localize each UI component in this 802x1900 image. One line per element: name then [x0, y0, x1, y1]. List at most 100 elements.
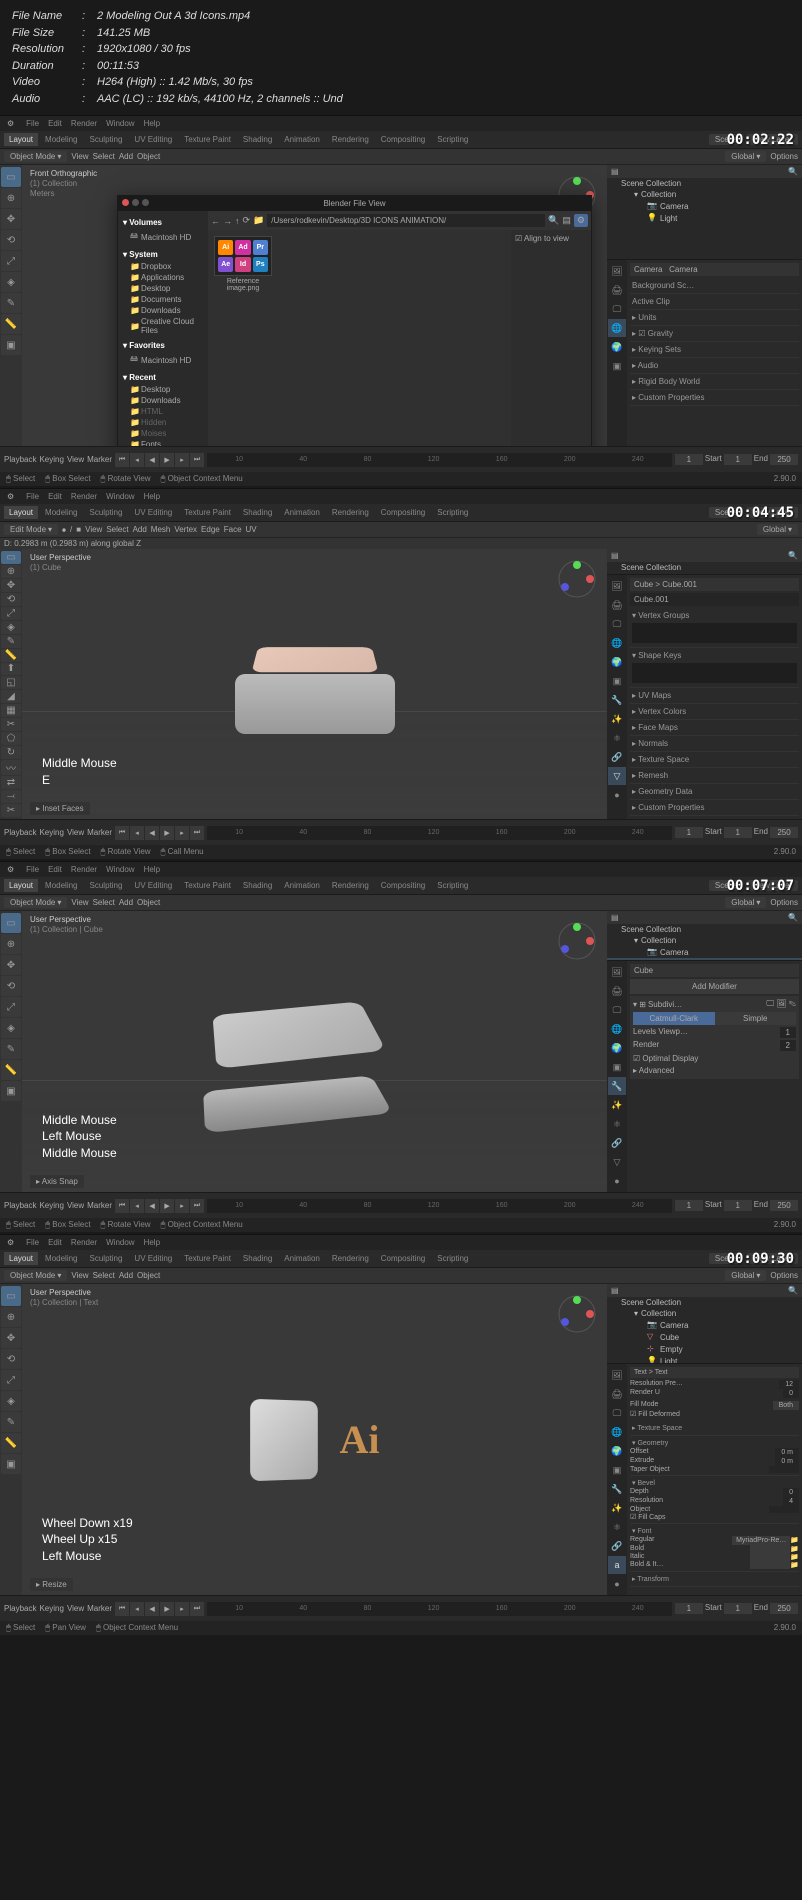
tl-prev[interactable]: ◂ [130, 453, 144, 467]
tab-shading[interactable]: Shading [238, 879, 277, 892]
navigation-gizmo[interactable] [555, 557, 599, 601]
header-vertex[interactable]: Vertex [174, 525, 197, 534]
navigation-gizmo[interactable] [555, 1292, 599, 1336]
res-render[interactable]: 0 [783, 1389, 799, 1398]
tab-compositing[interactable]: Compositing [376, 1252, 430, 1265]
rec-dl[interactable]: 📁Downloads [120, 395, 206, 406]
tool-move[interactable]: ✥ [1, 1328, 21, 1348]
depth-val[interactable]: 0 [783, 1488, 799, 1497]
sel-edge[interactable]: / [70, 525, 72, 534]
tab-world[interactable]: 🌍 [608, 1442, 626, 1460]
min-dot[interactable] [132, 199, 139, 206]
tab-scripting[interactable]: Scripting [432, 133, 473, 146]
header-add[interactable]: Add [119, 1271, 133, 1280]
tab-sculpting[interactable]: Sculpting [85, 879, 128, 892]
tl-playrev[interactable]: ◀ [145, 1602, 159, 1616]
outliner-scene[interactable]: Scene Collection [607, 924, 802, 935]
add-modifier-button[interactable]: Add Modifier [630, 979, 799, 994]
offset-val[interactable]: 0 m [775, 1448, 799, 1457]
tab-modifier[interactable]: 🔧 [608, 1480, 626, 1498]
mode-selector[interactable]: Object Mode ▾ [4, 897, 67, 908]
tab-material[interactable]: ● [608, 786, 626, 804]
tab-texture[interactable]: Texture Paint [179, 133, 236, 146]
tl-playrev[interactable]: ◀ [145, 1199, 159, 1213]
tab-texture[interactable]: Texture Paint [179, 506, 236, 519]
font-regular[interactable]: MyriadPro-Re… [732, 1536, 790, 1545]
tab-rendering[interactable]: Rendering [327, 506, 374, 519]
tl-start[interactable]: ⏮ [115, 453, 129, 467]
tool-measure[interactable]: 📏 [1, 314, 21, 334]
tab-object[interactable]: ▣ [608, 357, 626, 375]
menu-file[interactable]: File [23, 1237, 42, 1248]
tab-scene[interactable]: 🌐 [608, 1423, 626, 1441]
tab-animation[interactable]: Animation [279, 506, 325, 519]
tab-particle[interactable]: ✨ [608, 1499, 626, 1517]
filter-icon[interactable]: 🔍 [788, 167, 798, 176]
tl-end[interactable]: ⏭ [190, 826, 204, 840]
prop-units[interactable]: ▸ Units [630, 312, 799, 323]
tl-marker[interactable]: Marker [87, 455, 112, 464]
nav-up[interactable]: ↑ [235, 216, 240, 226]
header-uv[interactable]: UV [246, 525, 257, 534]
tl-start[interactable]: ⏮ [115, 826, 129, 840]
nav-fwd[interactable]: → [223, 216, 232, 226]
tl-next[interactable]: ▸ [175, 1199, 189, 1213]
tool-move[interactable]: ✥ [1, 955, 21, 975]
frame-current[interactable]: 1 [675, 827, 703, 838]
rec-html[interactable]: 📁HTML [120, 406, 206, 417]
header-select[interactable]: Select [106, 525, 128, 534]
sel-vertex[interactable]: ⦁ [62, 525, 66, 535]
mode-selector[interactable]: Object Mode ▾ [4, 1270, 67, 1281]
tab-modifier[interactable]: 🔧 [608, 691, 626, 709]
tab-particle[interactable]: ✨ [608, 710, 626, 728]
tab-render[interactable]: 🖼 [608, 963, 626, 981]
tab-material[interactable]: ● [608, 1172, 626, 1190]
tab-object[interactable]: ▣ [608, 1058, 626, 1076]
open-font-icon[interactable]: 📁 [790, 1561, 799, 1569]
menu-edit[interactable]: Edit [45, 1237, 65, 1248]
tab-layout[interactable]: Layout [4, 133, 38, 146]
header-mesh[interactable]: Mesh [151, 525, 171, 534]
tool-rotate[interactable]: ⟲ [1, 593, 21, 606]
header-view[interactable]: View [71, 152, 88, 161]
tl-play[interactable]: ▶ [160, 826, 174, 840]
tl-play[interactable]: ▶ [160, 453, 174, 467]
sys-docs[interactable]: 📁Documents [120, 294, 206, 305]
timeline-ruler[interactable]: 104080120160200240 [207, 1602, 672, 1616]
tool-spin[interactable]: ↻ [1, 746, 21, 759]
menu-render[interactable]: Render [68, 491, 100, 502]
fill-deformed[interactable]: ☑ Fill Deformed [630, 1410, 799, 1418]
orientation[interactable]: Global ▾ [725, 897, 766, 908]
settings-icon[interactable]: ⚙ [574, 214, 588, 227]
tab-sculpting[interactable]: Sculpting [85, 1252, 128, 1265]
header-options[interactable]: Options [770, 898, 798, 907]
tl-marker[interactable]: Marker [87, 828, 112, 837]
tool-inset[interactable]: ◱ [1, 676, 21, 689]
tab-scene[interactable]: 🌐 [608, 634, 626, 652]
tab-compositing[interactable]: Compositing [376, 879, 430, 892]
tl-prev[interactable]: ◂ [130, 1199, 144, 1213]
font-bolditalic[interactable] [750, 1561, 790, 1569]
file-list[interactable]: AiAdPr AeIdPs Reference image.png [208, 230, 511, 446]
favorites-header[interactable]: ▾ Favorites [120, 339, 206, 352]
tool-cursor[interactable]: ⊕ [1, 188, 21, 208]
tl-view[interactable]: View [67, 455, 84, 464]
tab-view[interactable]: 🖵 [608, 300, 626, 318]
tl-keying[interactable]: Keying [39, 1604, 63, 1613]
tool-rip[interactable]: ✂ [1, 804, 21, 817]
tab-constraint[interactable]: 🔗 [608, 1537, 626, 1555]
tool-annotate[interactable]: ✎ [1, 1039, 21, 1059]
tab-scripting[interactable]: Scripting [432, 879, 473, 892]
fav-machd[interactable]: 🖴Macintosh HD [120, 352, 206, 368]
menu-help[interactable]: Help [141, 118, 163, 129]
header-add[interactable]: Add [119, 898, 133, 907]
orientation-select[interactable]: Global ▾ [725, 151, 766, 162]
header-select[interactable]: Select [93, 152, 115, 161]
frame-current[interactable]: 1 [675, 1200, 703, 1211]
menu-edit[interactable]: Edit [45, 491, 65, 502]
tab-physics[interactable]: ⚛ [608, 729, 626, 747]
menu-file[interactable]: File [23, 491, 42, 502]
tool-extrude[interactable]: ⬆ [1, 663, 21, 676]
operator-panel[interactable]: ▸ Axis Snap [30, 1175, 84, 1188]
tab-data[interactable]: ▽ [608, 767, 626, 785]
